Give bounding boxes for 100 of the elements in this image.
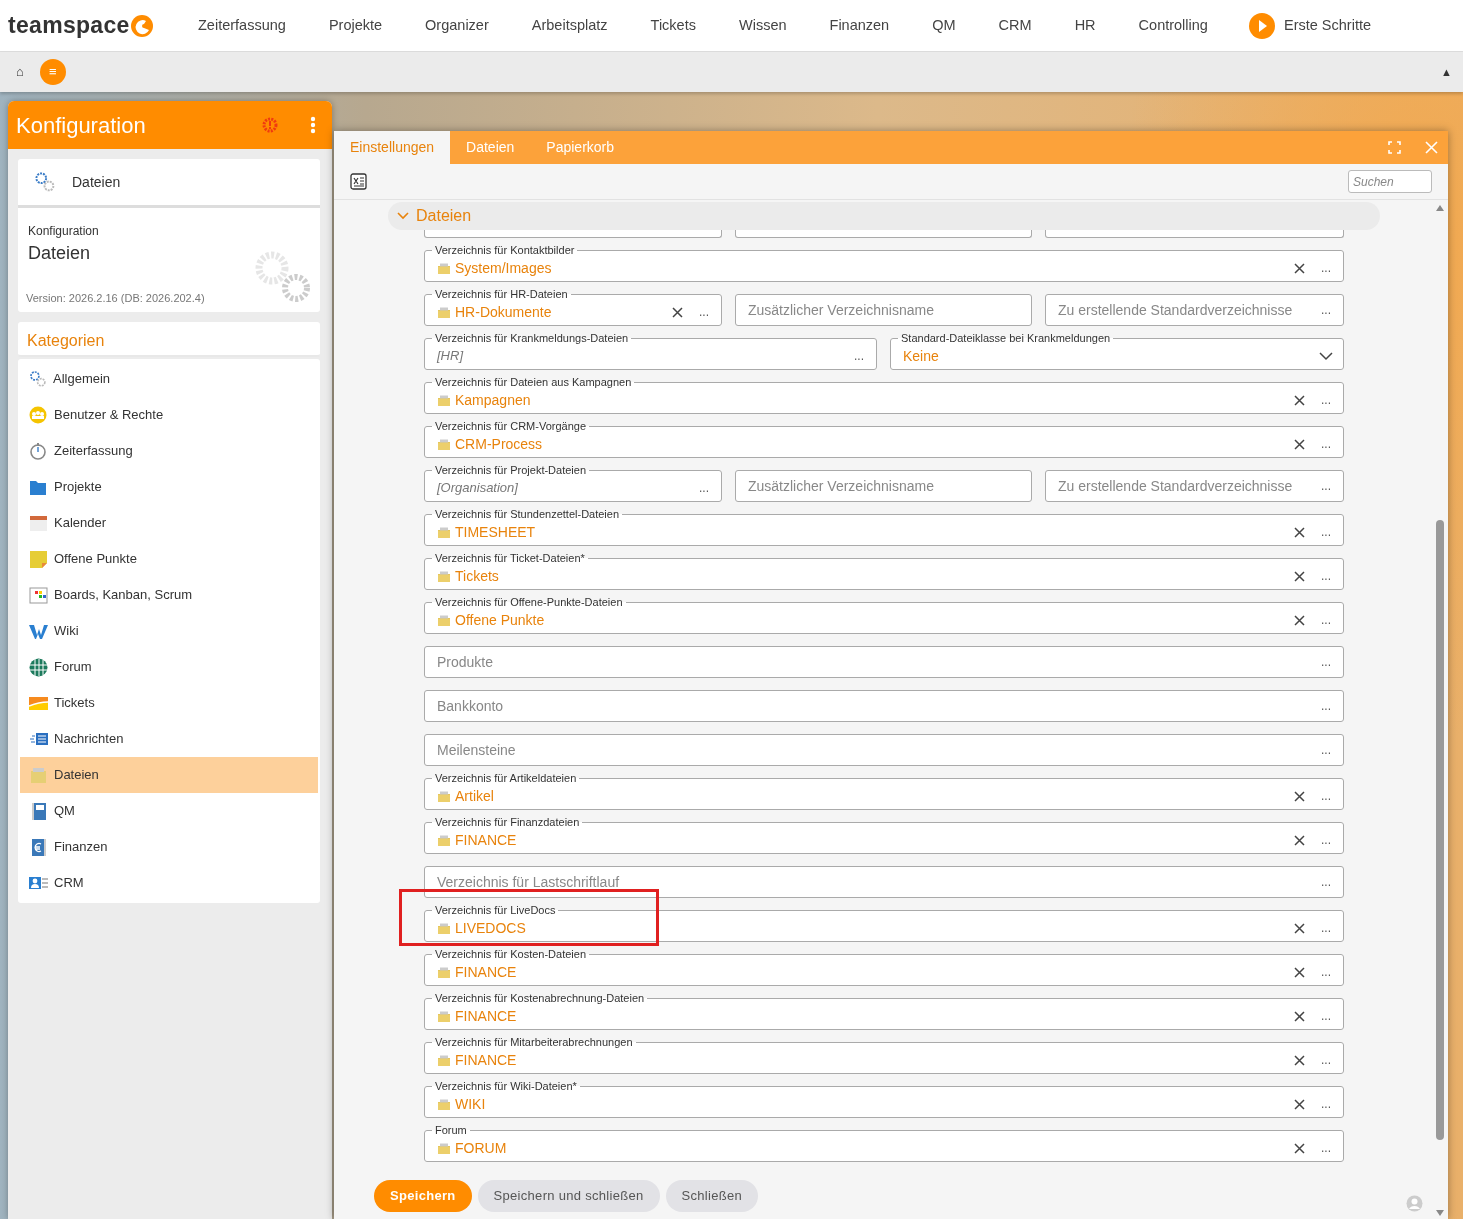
category-item[interactable]: QM [20,793,318,829]
input-field[interactable] [735,230,1032,238]
clear-icon[interactable] [672,306,683,318]
input-field[interactable]: Verzeichnis für Offene-Punkte-Dateien Offene Punkte ... [424,595,1344,634]
browse-button[interactable]: ... [1319,1051,1333,1069]
category-item[interactable]: Forum [20,649,318,685]
clear-icon[interactable] [1294,966,1305,978]
input-field[interactable]: Verzeichnis für Lastschriftlauf ... [424,866,1344,898]
clear-icon[interactable] [1294,394,1305,406]
action-button[interactable]: Schließen [665,1180,759,1212]
input-field[interactable]: Verzeichnis für Stundenzettel-Dateien TIMESHEET ... [424,507,1344,546]
clear-icon[interactable] [1294,614,1305,626]
input-field[interactable]: Verzeichnis für Kontaktbilder System/Images ... [424,243,1344,282]
input-field[interactable]: Verzeichnis für Projekt-Dateien [Organisation] ... [424,463,722,502]
browse-button[interactable]: ... [1319,1139,1333,1157]
chevron-down-icon[interactable] [1319,349,1333,363]
nav-link-item[interactable]: Zeiterfassung [198,14,286,37]
scroll-up-icon[interactable] [1435,204,1445,212]
action-button[interactable]: Speichern und schließen [477,1180,660,1212]
nav-link-item[interactable]: Tickets [650,14,696,37]
nav-link-item[interactable]: QM [932,14,956,37]
clear-icon[interactable] [1294,1010,1305,1022]
category-item[interactable]: Boards, Kanban, Scrum [20,577,318,613]
input-field[interactable]: Zusätzlicher Verzeichnisname [735,470,1032,502]
browse-button[interactable]: ... [1319,831,1333,849]
nav-link-item[interactable]: Wissen [738,14,787,37]
nav-link-item[interactable]: HR [1074,14,1096,37]
category-item[interactable]: CRM [20,865,318,901]
category-item[interactable]: Benutzer & Rechte [20,397,318,433]
category-item[interactable]: Allgemein [20,361,318,397]
input-field[interactable]: Verzeichnis für Kostenabrechnung-Dateien FINANCE ... [424,991,1344,1030]
category-item[interactable]: Kalender [20,505,318,541]
browse-button[interactable]: ... [1319,1095,1333,1113]
browse-button[interactable]: ... [1319,477,1333,495]
browse-button[interactable]: ... [1319,567,1333,585]
category-item[interactable]: Nachrichten [20,721,318,757]
browse-button[interactable]: ... [852,347,866,365]
browse-button[interactable]: ... [1319,963,1333,981]
first-steps-link[interactable]: Erste Schritte [1248,11,1372,40]
browse-button[interactable]: ... [1319,435,1333,453]
browse-button[interactable]: ... [1319,391,1333,409]
clear-icon[interactable] [1294,922,1305,934]
category-item[interactable]: Projekte [20,469,318,505]
clear-icon[interactable] [1294,1142,1305,1154]
input-field[interactable]: Standard-Dateiklasse bei Krankmeldungen Keine [890,331,1344,370]
nav-link-item[interactable]: Organizer [425,14,489,37]
clear-icon[interactable] [1294,262,1305,274]
category-item[interactable]: Tickets [20,685,318,721]
input-field[interactable]: Meilensteine ... [424,734,1344,766]
browse-button[interactable]: ... [1319,741,1333,759]
clear-icon[interactable] [1294,526,1305,538]
input-field[interactable]: Verzeichnis für LiveDocs LIVEDOCS ... [424,903,1344,942]
clear-icon[interactable] [1294,1098,1305,1110]
input-field[interactable] [424,230,722,238]
browse-button[interactable]: ... [1319,611,1333,629]
browse-button[interactable]: ... [1319,1007,1333,1025]
browse-button[interactable]: ... [1319,697,1333,715]
scrollbar-thumb[interactable] [1436,520,1444,1140]
input-field[interactable]: Verzeichnis für Krankmeldungs-Dateien [HR] ... [424,331,877,370]
browse-button[interactable]: ... [1319,653,1333,671]
collapse-button[interactable]: ▲ [1441,63,1452,81]
input-field[interactable]: Verzeichnis für Artikeldateien Artikel ... [424,771,1344,810]
input-field[interactable]: Zu erstellende Standardverzeichnisse ... [1045,470,1344,502]
input-field[interactable]: Verzeichnis für Finanzdateien FINANCE ... [424,815,1344,854]
nav-link-item[interactable]: Arbeitsplatz [531,14,608,37]
input-field[interactable]: Zu erstellende Standardverzeichnisse ... [1045,294,1344,326]
category-item[interactable]: Wiki [20,613,318,649]
nav-link-item[interactable]: Finanzen [829,14,890,37]
browse-button[interactable]: ... [1319,259,1333,277]
category-item[interactable]: Offene Punkte [20,541,318,577]
category-item[interactable]: Finanzen [20,829,318,865]
clear-icon[interactable] [1294,438,1305,450]
input-field[interactable]: Verzeichnis für Wiki-Dateien* WIKI ... [424,1079,1344,1118]
input-field[interactable]: Zusätzlicher Verzeichnisname [735,294,1032,326]
browse-button[interactable]: ... [1319,919,1333,937]
clear-icon[interactable] [1294,1054,1305,1066]
search-field[interactable]: Suchen [1348,170,1432,193]
input-field[interactable] [1045,230,1344,238]
browse-button[interactable]: ... [1319,523,1333,541]
scroll-down-icon[interactable] [1435,1209,1445,1217]
browse-button[interactable]: ... [1319,873,1333,891]
browse-button[interactable]: ... [1319,787,1333,805]
clear-icon[interactable] [1294,790,1305,802]
input-field[interactable]: Verzeichnis für CRM-Vorgänge CRM-Process ... [424,419,1344,458]
home-button[interactable]: ⌂ [16,62,24,82]
input-field[interactable]: Verzeichnis für HR-Dateien HR-Dokumente ... [424,287,722,326]
clear-icon[interactable] [1294,570,1305,582]
export-icon[interactable] [350,173,367,190]
input-field[interactable]: Forum FORUM ... [424,1123,1344,1162]
input-field[interactable]: Verzeichnis für Ticket-Dateien* Tickets ... [424,551,1344,590]
clear-icon[interactable] [1294,834,1305,846]
browse-button[interactable]: ... [697,479,711,497]
nav-link-item[interactable]: Controlling [1138,14,1208,37]
browse-button[interactable]: ... [1319,301,1333,319]
browse-button[interactable]: ... [697,303,711,321]
input-field[interactable]: Verzeichnis für Kosten-Dateien FINANCE ... [424,947,1344,986]
input-field[interactable]: Verzeichnis für Dateien aus Kampagnen Kampagnen ... [424,375,1344,414]
input-field[interactable]: Verzeichnis für Mitarbeiterabrechnungen FINANCE ... [424,1035,1344,1074]
category-item[interactable]: Dateien [20,757,318,793]
category-item[interactable]: Zeiterfassung [20,433,318,469]
